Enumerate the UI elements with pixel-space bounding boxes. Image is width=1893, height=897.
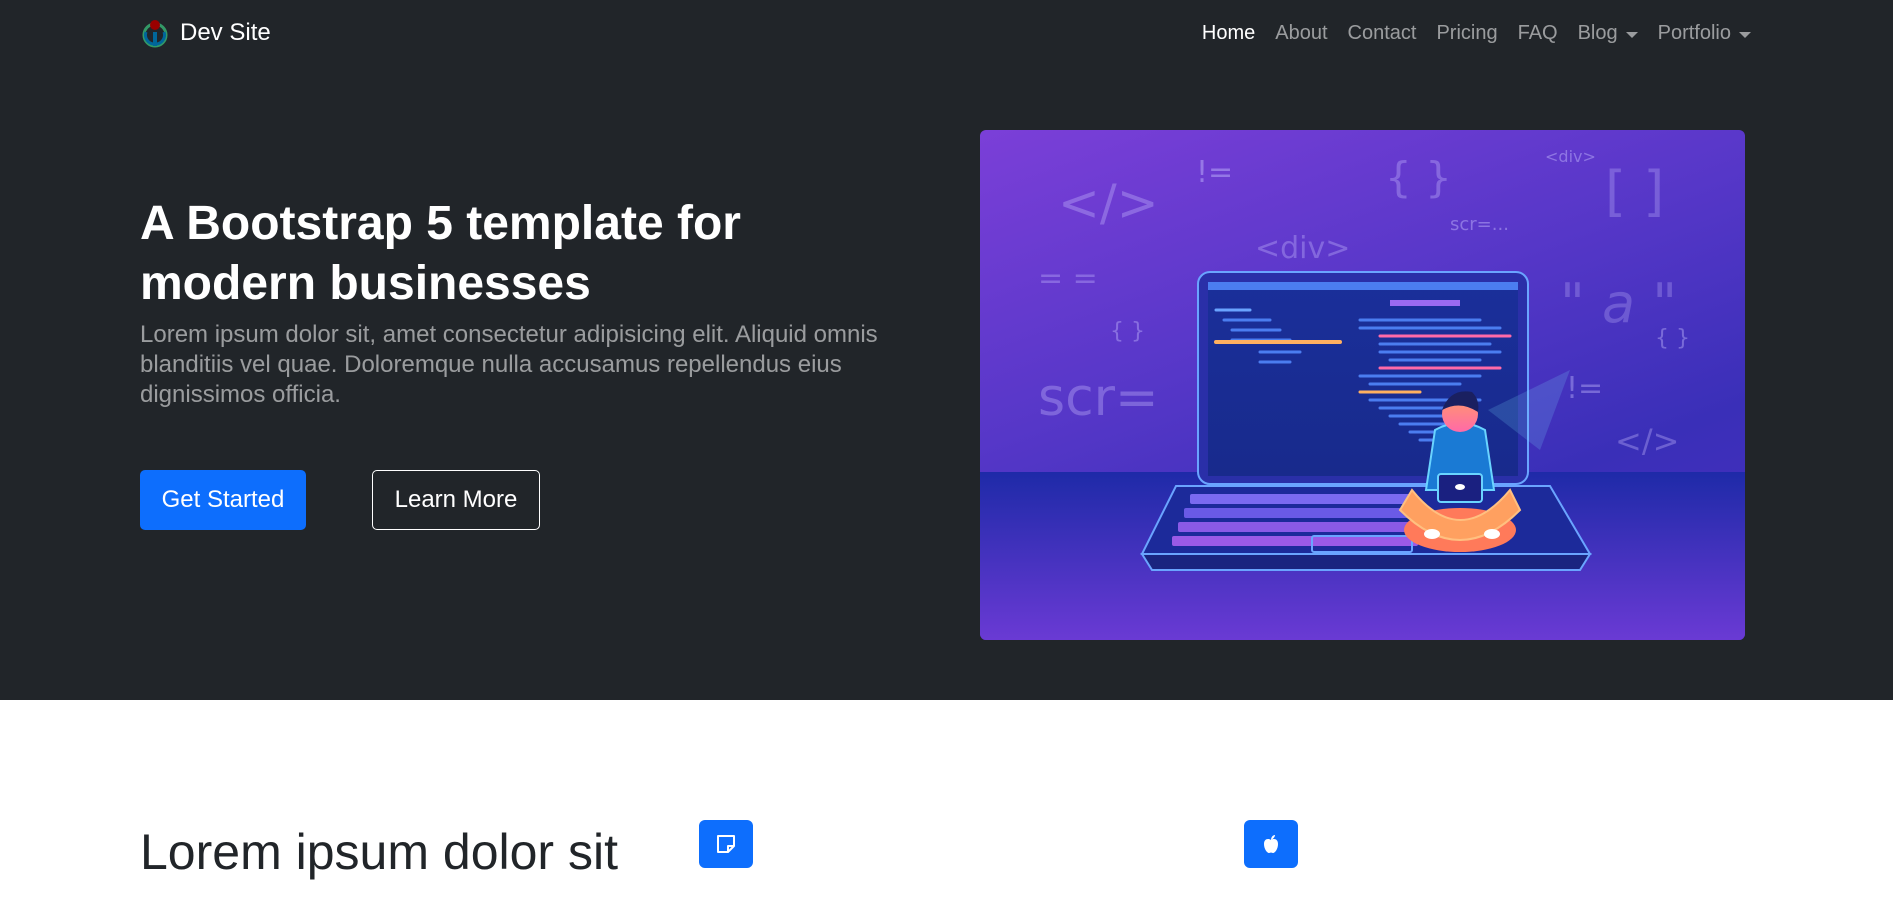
code-symbol: { } [1655,326,1690,351]
nav-link-contact-label: Contact [1347,22,1417,44]
nav-link-about[interactable]: About [1275,22,1327,45]
code-symbol: scr= [1038,368,1159,428]
nav-link-pricing[interactable]: Pricing [1436,22,1497,45]
code-symbol: != [1566,371,1603,406]
feature-icon-box [699,820,753,868]
wikimedia-logo-icon [142,20,168,48]
feature-icon-box [1244,820,1298,868]
code-symbol: { } [1385,153,1452,202]
code-symbol: [ ] [1605,160,1664,223]
hero-section: A Bootstrap 5 template for modern busine… [0,72,1893,700]
code-symbol: </> [1058,174,1159,232]
nav-link-about-label: About [1275,22,1328,44]
code-symbol: <div> [1255,231,1350,266]
nav-link-home[interactable]: Home [1202,22,1255,45]
nav-link-home-label: Home [1201,22,1256,44]
brand-link[interactable]: Dev Site [140,18,271,48]
code-symbol: </> [1615,422,1679,460]
learn-more-button[interactable]: Learn More [372,470,540,530]
code-symbol: { } [1110,319,1145,344]
navbar: Dev Site Home About Contact Pricing FAQ … [0,0,1893,72]
code-symbol: != [1196,155,1233,190]
nav-link-faq-label: FAQ [1517,22,1558,44]
code-symbol: = = [1038,261,1098,296]
nav-link-contact[interactable]: Contact [1348,22,1417,45]
code-symbol: scr=... [1450,214,1509,235]
apple-icon [1264,835,1278,853]
hero-illustration: </> != { } <div> [ ] scr=... <div> = = "… [980,130,1745,640]
nav-dropdown-blog-label: Blog [1577,22,1618,44]
nav-link-faq[interactable]: FAQ [1518,22,1558,45]
nav-link-pricing-label: Pricing [1436,22,1498,44]
developer-laptop-illustration: </> != { } <div> [ ] scr=... <div> = = "… [980,147,1745,640]
nav-dropdown-blog[interactable]: Blog [1578,22,1638,45]
chevron-down-icon [1739,31,1751,38]
nav-menu: Home About Contact Pricing FAQ Blog Port… [1182,22,1751,45]
sticky-note-icon [717,835,735,853]
hero-lead: Lorem ipsum dolor sit, amet consectetur … [140,321,878,408]
code-symbol: <div> [1545,147,1596,166]
nav-dropdown-portfolio[interactable]: Portfolio [1658,22,1751,45]
chevron-down-icon [1625,31,1638,38]
get-started-button[interactable]: Get Started [140,470,306,530]
hero-title: A Bootstrap 5 template for modern busine… [140,197,741,310]
nav-dropdown-portfolio-label: Portfolio [1657,22,1731,44]
features-title: Lorem ipsum dolor sit [140,824,618,880]
features-section: Lorem ipsum dolor sit [0,700,1893,897]
brand-name: Dev Site [180,19,271,46]
